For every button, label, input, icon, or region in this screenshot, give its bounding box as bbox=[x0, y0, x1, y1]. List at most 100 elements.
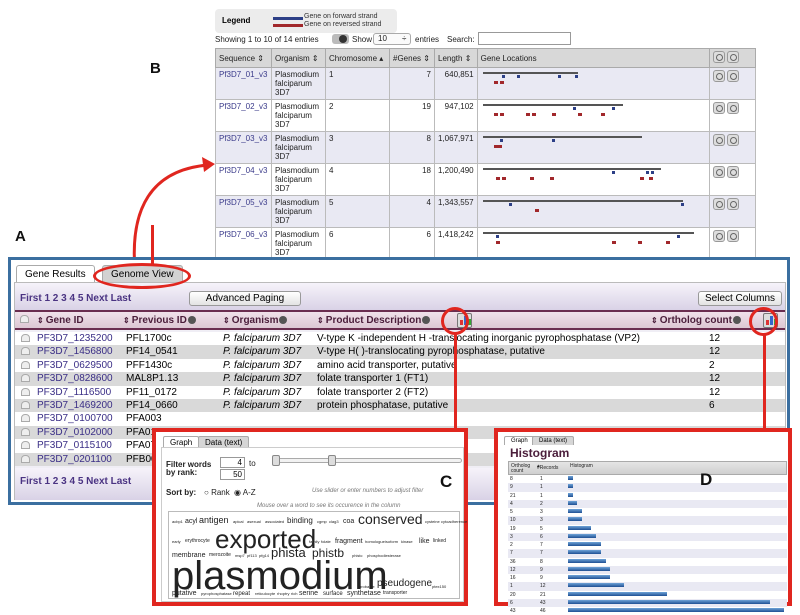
forward-gene-mark[interactable] bbox=[611, 171, 615, 174]
cloud-word[interactable]: transporter bbox=[383, 591, 407, 596]
forward-gene-mark[interactable] bbox=[499, 139, 503, 142]
reverse-gene-mark[interactable] bbox=[648, 177, 653, 180]
col-length[interactable]: Length ⇕ bbox=[434, 48, 478, 68]
cloud-word[interactable]: serine bbox=[299, 590, 318, 597]
reverse-gene-mark[interactable] bbox=[493, 81, 498, 84]
zoom-in-icon[interactable] bbox=[712, 230, 725, 242]
cloud-word[interactable]: early bbox=[172, 540, 181, 544]
forward-gene-mark[interactable] bbox=[645, 171, 649, 174]
zoom-out-icon[interactable] bbox=[726, 102, 739, 114]
gene-id-link[interactable]: PF3D7_0828600 bbox=[37, 373, 113, 384]
cloud-word[interactable]: putative bbox=[172, 590, 197, 597]
reverse-gene-mark[interactable] bbox=[499, 81, 504, 84]
cloud-word[interactable]: like bbox=[419, 538, 430, 545]
cloud-word[interactable]: homologue bbox=[365, 540, 385, 544]
zoom-out-all-icon[interactable] bbox=[726, 51, 739, 63]
cloud-word[interactable]: kinase bbox=[401, 540, 413, 544]
pager-page-1[interactable]: 1 bbox=[44, 293, 50, 304]
pager-page-4[interactable]: 4 bbox=[69, 293, 75, 304]
forward-gene-mark[interactable] bbox=[650, 171, 654, 174]
slider-handle-low[interactable] bbox=[272, 455, 280, 466]
reverse-gene-mark[interactable] bbox=[495, 177, 500, 180]
forward-gene-mark[interactable] bbox=[572, 107, 576, 110]
gene-id-link[interactable]: PF3D7_0100700 bbox=[37, 413, 113, 424]
tab-graph[interactable]: Graph bbox=[504, 436, 535, 445]
cloud-word[interactable]: fragment bbox=[335, 538, 363, 545]
cloud-word[interactable]: folate bbox=[321, 540, 331, 544]
forward-gene-mark[interactable] bbox=[680, 203, 684, 206]
entries-select[interactable]: 10 ÷ bbox=[373, 33, 411, 45]
col-records[interactable]: #Records ▴ bbox=[537, 464, 558, 471]
zoom-out-icon[interactable] bbox=[726, 166, 739, 178]
col-organism[interactable]: Organism ⇕ bbox=[271, 48, 326, 68]
cloud-word[interactable]: surface bbox=[323, 591, 343, 597]
pager-next[interactable]: Next bbox=[86, 476, 108, 487]
sort-rank-radio[interactable]: ○ Rank bbox=[204, 488, 230, 497]
forward-gene-mark[interactable] bbox=[676, 235, 680, 238]
cloud-word[interactable]: repeat bbox=[233, 591, 250, 597]
pager-page-5[interactable]: 5 bbox=[78, 293, 84, 304]
cloud-word[interactable]: isoform bbox=[385, 540, 398, 544]
advanced-paging-button[interactable]: Advanced Paging bbox=[189, 291, 301, 306]
toggle-control-button[interactable] bbox=[332, 34, 349, 44]
pager-page-3[interactable]: 3 bbox=[61, 293, 67, 304]
pager-first[interactable]: First bbox=[20, 293, 42, 304]
cloud-word[interactable]: reticulocyte bbox=[255, 592, 275, 596]
reverse-gene-mark[interactable] bbox=[611, 241, 616, 244]
col-organism[interactable]: ⇕ Organism bbox=[223, 315, 288, 326]
reverse-gene-mark[interactable] bbox=[531, 113, 536, 116]
reverse-gene-mark[interactable] bbox=[499, 113, 504, 116]
col-chromosome[interactable]: Chromosome ▴ bbox=[325, 48, 390, 68]
col-sequence[interactable]: Sequence ⇕ bbox=[215, 48, 272, 68]
cloud-word[interactable]: acyl bbox=[185, 518, 197, 525]
forward-gene-mark[interactable] bbox=[611, 107, 615, 110]
forward-gene-mark[interactable] bbox=[574, 75, 578, 78]
cloud-word[interactable]: pseudogene bbox=[377, 579, 432, 589]
pager-last[interactable]: Last bbox=[111, 293, 132, 304]
pager-next[interactable]: Next bbox=[86, 293, 108, 304]
pager-page-5[interactable]: 5 bbox=[78, 476, 84, 487]
cloud-word[interactable]: probable bbox=[359, 585, 375, 589]
forward-gene-mark[interactable] bbox=[501, 75, 505, 78]
cloud-word[interactable]: rich bbox=[291, 592, 297, 596]
reverse-gene-mark[interactable] bbox=[529, 177, 534, 180]
gene-id-link[interactable]: PF3D7_0629500 bbox=[37, 360, 113, 371]
cloud-word[interactable]: pyrophosphatase bbox=[201, 592, 232, 596]
sort-az-radio[interactable]: ◉ A-Z bbox=[234, 488, 256, 497]
zoom-out-icon[interactable] bbox=[726, 230, 739, 242]
zoom-in-icon[interactable] bbox=[712, 70, 725, 82]
gene-id-link[interactable]: PF3D7_1235200 bbox=[37, 333, 113, 344]
zoom-in-icon[interactable] bbox=[712, 166, 725, 178]
gene-id-link[interactable]: PF3D7_1116500 bbox=[37, 387, 111, 398]
pager-page-2[interactable]: 2 bbox=[53, 293, 59, 304]
reverse-gene-mark[interactable] bbox=[551, 113, 556, 116]
zoom-out-icon[interactable] bbox=[726, 70, 739, 82]
reverse-gene-mark[interactable] bbox=[493, 113, 498, 116]
pager-first[interactable]: First bbox=[20, 476, 42, 487]
cloud-word[interactable]: cgmp bbox=[317, 520, 327, 524]
slider-handle-high[interactable] bbox=[328, 455, 336, 466]
basket-all-icon[interactable] bbox=[20, 315, 29, 326]
reverse-gene-mark[interactable] bbox=[637, 241, 642, 244]
forward-gene-mark[interactable] bbox=[557, 75, 561, 78]
gene-id-link[interactable]: PF3D7_0115100 bbox=[37, 440, 112, 451]
search-input[interactable] bbox=[478, 32, 571, 45]
sequence-cell[interactable]: Pf3D7_01_v3 bbox=[215, 67, 272, 100]
gene-id-link[interactable]: PF3D7_0201100 bbox=[37, 454, 112, 465]
col-previous-id[interactable]: ⇕ Previous ID bbox=[123, 315, 196, 326]
zoom-in-icon[interactable] bbox=[712, 198, 725, 210]
zoom-out-icon[interactable] bbox=[726, 134, 739, 146]
reverse-gene-mark[interactable] bbox=[525, 113, 530, 116]
cloud-word[interactable]: clag3 bbox=[329, 520, 339, 524]
cloud-word[interactable]: cysteine bbox=[425, 520, 440, 524]
sequence-cell[interactable]: Pf3D7_02_v3 bbox=[215, 99, 272, 132]
gene-id-link[interactable]: PF3D7_0102000 bbox=[37, 427, 113, 438]
reverse-gene-mark[interactable] bbox=[549, 177, 554, 180]
cloud-word[interactable]: linked bbox=[433, 539, 446, 544]
col-product-description[interactable]: ⇕ Product Description bbox=[317, 315, 431, 326]
cloud-word[interactable]: family bbox=[309, 540, 319, 544]
cloud-word[interactable]: synthetase bbox=[347, 590, 381, 597]
gene-id-link[interactable]: PF3D7_1469200 bbox=[37, 400, 113, 411]
tab-gene-results[interactable]: Gene Results bbox=[16, 265, 95, 283]
zoom-in-icon[interactable] bbox=[712, 134, 725, 146]
